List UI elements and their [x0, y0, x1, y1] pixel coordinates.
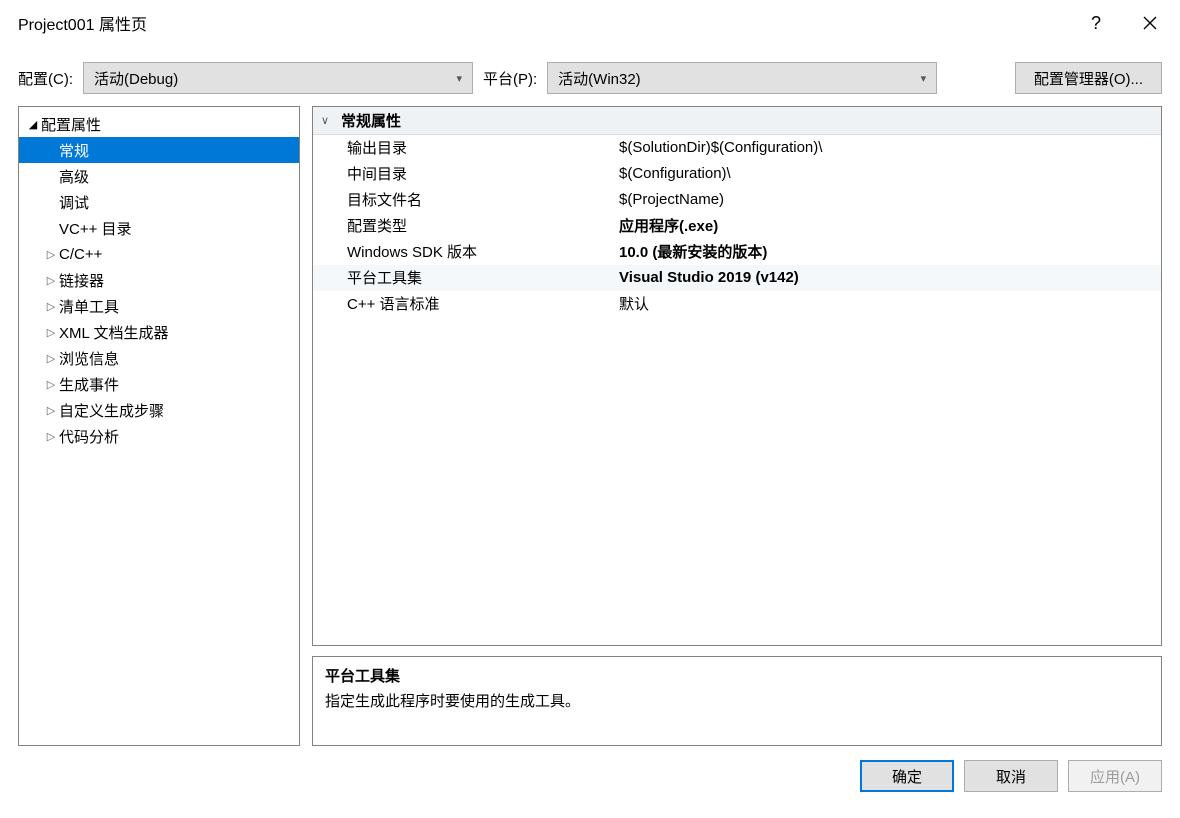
- property-row[interactable]: 配置类型应用程序(.exe): [313, 213, 1161, 239]
- triangle-right-icon: ▷: [43, 404, 59, 417]
- property-group-header[interactable]: ∨ 常规属性: [313, 107, 1161, 135]
- config-row: 配置(C): 活动(Debug) ▾ 平台(P): 活动(Win32) ▾ 配置…: [0, 46, 1180, 106]
- tree-item-label: 高级: [59, 166, 89, 187]
- tree-item-label: 代码分析: [59, 426, 119, 447]
- property-value[interactable]: $(ProjectName): [615, 191, 1161, 208]
- platform-dropdown-value: 活动(Win32): [558, 68, 641, 89]
- tree-item[interactable]: 调试: [19, 189, 299, 215]
- property-row[interactable]: 输出目录$(SolutionDir)$(Configuration)\: [313, 135, 1161, 161]
- property-group-title: 常规属性: [341, 110, 401, 131]
- tree-item-label: 浏览信息: [59, 348, 119, 369]
- triangle-down-icon: ◢: [25, 118, 41, 131]
- property-value[interactable]: 10.0 (最新安装的版本): [615, 241, 1161, 262]
- window-controls: ?: [1084, 11, 1162, 35]
- tree-item[interactable]: ▷清单工具: [19, 293, 299, 319]
- tree-item-label: 常规: [59, 140, 89, 161]
- property-row[interactable]: 目标文件名$(ProjectName): [313, 187, 1161, 213]
- dialog-buttons: 确定 取消 应用(A): [0, 746, 1180, 806]
- description-box: 平台工具集 指定生成此程序时要使用的生成工具。: [312, 656, 1162, 746]
- triangle-right-icon: ▷: [43, 326, 59, 339]
- triangle-right-icon: ▷: [43, 274, 59, 287]
- tree-item[interactable]: ▷XML 文档生成器: [19, 319, 299, 345]
- tree-item[interactable]: ▷C/C++: [19, 241, 299, 267]
- property-value[interactable]: 应用程序(.exe): [615, 215, 1161, 236]
- chevron-down-icon: ▾: [456, 72, 462, 85]
- tree-item-label: 自定义生成步骤: [59, 400, 164, 421]
- property-value[interactable]: $(Configuration)\: [615, 165, 1161, 182]
- triangle-right-icon: ▷: [43, 352, 59, 365]
- config-dropdown[interactable]: 活动(Debug) ▾: [83, 62, 473, 94]
- tree-item-label: 链接器: [59, 270, 104, 291]
- property-value[interactable]: 默认: [615, 293, 1161, 314]
- tree-root[interactable]: ◢ 配置属性: [19, 111, 299, 137]
- tree-item-label: VC++ 目录: [59, 218, 132, 239]
- close-icon[interactable]: [1138, 11, 1162, 35]
- tree-item[interactable]: ▷浏览信息: [19, 345, 299, 371]
- triangle-right-icon: ▷: [43, 430, 59, 443]
- property-value[interactable]: $(SolutionDir)$(Configuration)\: [615, 139, 1161, 156]
- triangle-right-icon: ▷: [43, 378, 59, 391]
- platform-label: 平台(P):: [483, 68, 537, 89]
- cancel-button[interactable]: 取消: [964, 760, 1058, 792]
- tree-item-label: 清单工具: [59, 296, 119, 317]
- property-row[interactable]: 平台工具集Visual Studio 2019 (v142): [313, 265, 1161, 291]
- title-bar: Project001 属性页 ?: [0, 0, 1180, 46]
- help-icon[interactable]: ?: [1084, 11, 1108, 35]
- property-name: 中间目录: [313, 163, 615, 184]
- tree-item[interactable]: VC++ 目录: [19, 215, 299, 241]
- ok-button[interactable]: 确定: [860, 760, 954, 792]
- tree-item[interactable]: 高级: [19, 163, 299, 189]
- window-title: Project001 属性页: [18, 11, 147, 35]
- property-row[interactable]: Windows SDK 版本10.0 (最新安装的版本): [313, 239, 1161, 265]
- right-stack: ∨ 常规属性 输出目录$(SolutionDir)$(Configuration…: [312, 106, 1162, 746]
- tree-item-label: 生成事件: [59, 374, 119, 395]
- property-name: Windows SDK 版本: [313, 241, 615, 262]
- tree-panel[interactable]: ◢ 配置属性 常规高级调试VC++ 目录▷C/C++▷链接器▷清单工具▷XML …: [18, 106, 300, 746]
- property-name: C++ 语言标准: [313, 293, 615, 314]
- property-name: 输出目录: [313, 137, 615, 158]
- tree-item[interactable]: ▷代码分析: [19, 423, 299, 449]
- chevron-down-icon: ▾: [921, 72, 927, 85]
- description-text: 指定生成此程序时要使用的生成工具。: [325, 690, 1149, 711]
- description-title: 平台工具集: [325, 665, 1149, 686]
- triangle-right-icon: ▷: [43, 248, 59, 261]
- config-dropdown-value: 活动(Debug): [94, 68, 178, 89]
- body-area: ◢ 配置属性 常规高级调试VC++ 目录▷C/C++▷链接器▷清单工具▷XML …: [0, 106, 1180, 746]
- tree-item[interactable]: ▷生成事件: [19, 371, 299, 397]
- collapse-toggle-icon: ∨: [321, 114, 335, 127]
- tree-item-label: 调试: [59, 192, 89, 213]
- property-name: 目标文件名: [313, 189, 615, 210]
- config-label: 配置(C):: [18, 68, 73, 89]
- tree-item[interactable]: ▷链接器: [19, 267, 299, 293]
- property-row[interactable]: C++ 语言标准默认: [313, 291, 1161, 317]
- triangle-right-icon: ▷: [43, 300, 59, 313]
- config-manager-button[interactable]: 配置管理器(O)...: [1015, 62, 1162, 94]
- property-row[interactable]: 中间目录$(Configuration)\: [313, 161, 1161, 187]
- property-name: 配置类型: [313, 215, 615, 236]
- platform-dropdown[interactable]: 活动(Win32) ▾: [547, 62, 937, 94]
- apply-button[interactable]: 应用(A): [1068, 760, 1162, 792]
- property-grid: ∨ 常规属性 输出目录$(SolutionDir)$(Configuration…: [312, 106, 1162, 646]
- tree-item[interactable]: ▷自定义生成步骤: [19, 397, 299, 423]
- tree-item-label: C/C++: [59, 246, 102, 263]
- property-value[interactable]: Visual Studio 2019 (v142): [615, 269, 1161, 286]
- tree-item-label: XML 文档生成器: [59, 322, 168, 343]
- property-name: 平台工具集: [313, 267, 615, 288]
- tree-root-label: 配置属性: [41, 114, 101, 135]
- tree-item[interactable]: 常规: [19, 137, 299, 163]
